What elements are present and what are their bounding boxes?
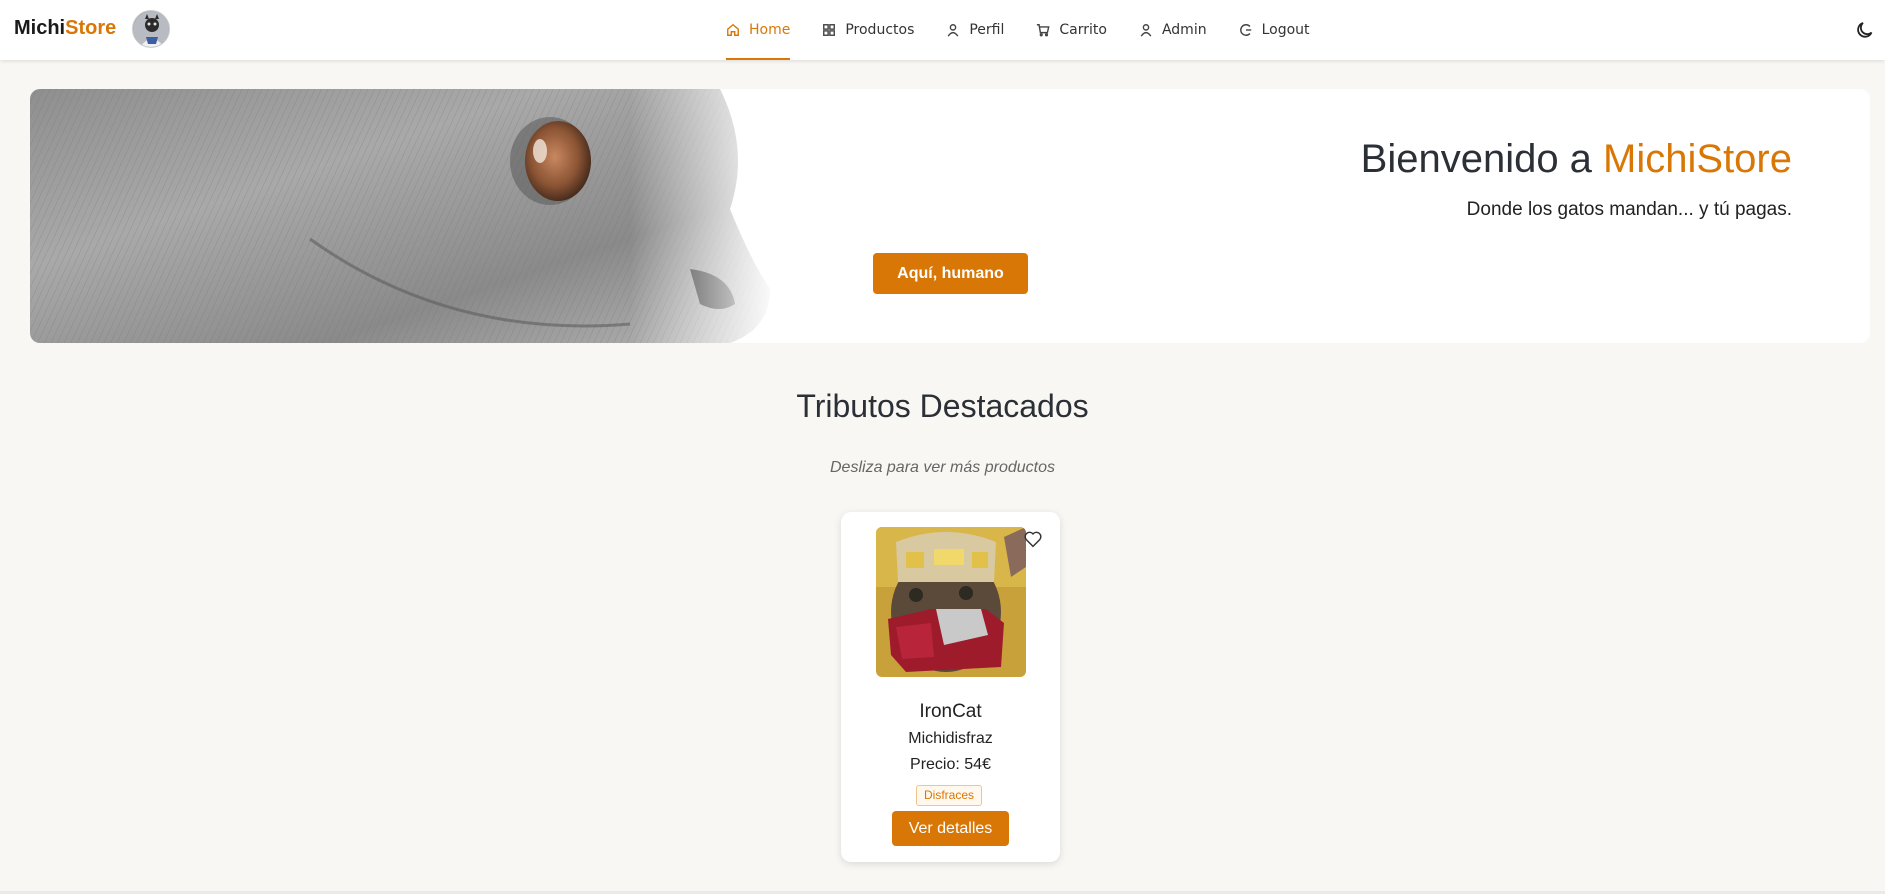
main-nav: Home Productos Perfil Carrito Admin Logo… (726, 0, 1342, 60)
nav-label-carrito: Carrito (1059, 22, 1107, 38)
navbar: MichiStore Home Productos Perfil Carrito… (0, 0, 1885, 60)
brand-part1: Michi (14, 17, 66, 39)
theme-toggle-button[interactable] (1855, 20, 1875, 40)
hero-subtitle: Donde los gatos mandan... y tú pagas. (1466, 199, 1792, 220)
hero-title-accent: MichiStore (1603, 137, 1792, 181)
product-image (876, 527, 1026, 677)
avatar[interactable] (132, 10, 170, 48)
product-subtitle: Michidisfraz (908, 730, 993, 747)
nav-item-admin[interactable]: Admin (1139, 0, 1207, 60)
featured-title: Tributos Destacados (796, 388, 1089, 424)
hero-title: Bienvenido a MichiStore (1361, 137, 1792, 182)
product-price: Precio: 54€ (910, 756, 991, 773)
nav-item-home[interactable]: Home (726, 0, 791, 60)
user-icon (947, 24, 959, 37)
nav-label-perfil: Perfil (969, 22, 1005, 38)
brand-logo[interactable]: MichiStore (14, 17, 116, 40)
nav-label-home: Home (749, 22, 791, 38)
logout-icon (1239, 24, 1251, 36)
hero-cta-button[interactable]: Aquí, humano (873, 253, 1028, 294)
nav-item-perfil[interactable]: Perfil (946, 0, 1004, 60)
nav-label-productos: Productos (845, 22, 915, 38)
home-icon (727, 23, 739, 36)
category-tag: Disfraces (916, 785, 983, 806)
hero-title-prefix: Bienvenido a (1360, 137, 1604, 181)
favorite-button[interactable] (1022, 528, 1044, 550)
grid-icon (823, 24, 836, 36)
heart-icon (1024, 531, 1042, 548)
product-card: IronCat Michidisfraz Precio: 54€ Disfrac… (841, 512, 1060, 862)
nav-item-carrito[interactable]: Carrito (1036, 0, 1107, 60)
cart-icon (1037, 24, 1050, 37)
nav-item-logout[interactable]: Logout (1239, 0, 1310, 60)
nav-item-productos[interactable]: Productos (822, 0, 914, 60)
brand-part2: Store (65, 17, 117, 39)
view-details-button[interactable]: Ver detalles (892, 811, 1009, 846)
nav-label-admin: Admin (1161, 22, 1207, 38)
product-name: IronCat (919, 701, 982, 722)
hero-banner: Bienvenido a MichiStore Donde los gatos … (30, 89, 1870, 343)
featured-hint: Desliza para ver más productos (830, 459, 1055, 476)
user-icon (1140, 24, 1152, 37)
nav-label-logout: Logout (1261, 22, 1310, 38)
moon-icon (1857, 22, 1873, 38)
hero-cat-image (30, 89, 780, 343)
